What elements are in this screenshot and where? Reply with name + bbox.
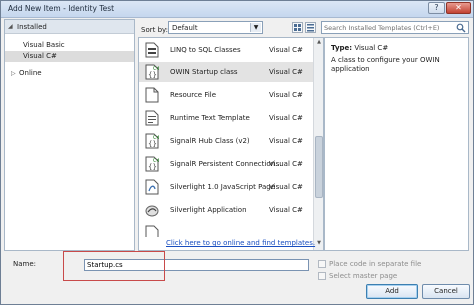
online-node[interactable]: Online [19,69,42,77]
csharp-file-icon: {}C# [145,156,159,172]
csharp-file-icon: {}C# [145,133,159,149]
template-name: Resource File [170,91,217,99]
linq-icon [145,42,159,58]
csharp-file-icon: {}C# [145,64,159,80]
window-title: Add New Item - Identity Test [8,4,115,13]
title-bar: Add New Item - Identity Test ? ✕ [1,1,473,18]
annotation-highlight-box [63,251,165,281]
template-details-panel: Type: Visual C# A class to configure you… [324,37,469,251]
template-row-runtime-text-template[interactable]: Runtime Text Template Visual C# [139,108,313,128]
svg-text:C#: C# [153,158,159,164]
type-line: Type: Visual C# [331,44,388,52]
name-label: Name: [13,260,37,268]
scroll-up-icon[interactable]: ▲ [315,39,323,47]
template-list[interactable]: LINQ to SQL Classes Visual C# {}C# OWIN … [138,37,324,251]
template-language: Visual C# [269,206,303,214]
close-button[interactable]: ✕ [446,2,471,14]
template-language: Visual C# [269,114,303,122]
resource-file-icon [145,87,159,103]
expand-triangle-icon[interactable]: ▷ [11,70,16,77]
silverlight-icon [145,205,159,217]
search-icon[interactable] [456,23,466,33]
svg-text:C#: C# [153,66,159,72]
sort-by-label: Sort by: [141,26,169,34]
template-row-partial[interactable] [139,223,313,237]
template-name: Runtime Text Template [170,114,250,122]
search-input[interactable] [324,23,452,32]
category-panel: ◢ Installed Visual Basic Visual C# ▷ Onl… [4,19,135,251]
help-button[interactable]: ? [428,2,445,14]
template-row-signalr-hub[interactable]: {}C# SignalR Hub Class (v2) Visual C# [139,131,313,151]
template-language: Visual C# [269,91,303,99]
installed-label: Installed [17,23,47,31]
tree-item-visual-basic[interactable]: Visual Basic [23,41,65,49]
template-row-silverlight-js-page[interactable]: Silverlight 1.0 JavaScript Page Visual C… [139,177,313,197]
template-name: Silverlight Application [170,206,247,214]
template-row-linq[interactable]: LINQ to SQL Classes Visual C# [139,40,313,60]
sort-value: Default [172,24,198,32]
template-name: SignalR Persistent Connection... [170,160,282,168]
type-value: Visual C# [354,44,389,52]
chevron-down-icon[interactable]: ▼ [250,23,261,32]
template-name: OWIN Startup class [170,68,238,76]
medium-icons-view-button[interactable] [292,22,303,33]
add-new-item-dialog: Add New Item - Identity Test ? ✕ ◢ Insta… [0,0,474,305]
list-view-button[interactable] [305,22,316,33]
javascript-page-icon [145,179,159,195]
select-master-label: Select master page [329,272,398,280]
template-name: Silverlight 1.0 JavaScript Page [170,183,276,191]
search-templates-box[interactable] [321,21,469,34]
template-row-silverlight-app[interactable]: Silverlight Application Visual C# [139,200,313,220]
template-language: Visual C# [269,183,303,191]
collapse-triangle-icon[interactable]: ◢ [8,23,13,30]
online-templates-link[interactable]: Click here to go online and find templat… [166,239,315,247]
svg-text:{}: {} [148,140,157,148]
template-list-scrollbar[interactable]: ▲ ▼ [313,38,323,250]
cancel-button[interactable]: Cancel [422,284,470,299]
list-view-icon [307,24,314,32]
svg-text:{}: {} [148,71,157,79]
scroll-down-icon[interactable]: ▼ [315,240,323,248]
csharp-file-icon [145,225,159,237]
tree-item-visual-csharp[interactable]: Visual C# [23,52,57,60]
sort-dropdown[interactable]: Default ▼ [168,21,263,34]
template-language: Visual C# [269,46,303,54]
template-row-owin-startup[interactable]: {}C# OWIN Startup class Visual C# [139,62,313,82]
template-language: Visual C# [269,160,303,168]
template-language: Visual C# [269,68,303,76]
template-name: SignalR Hub Class (v2) [170,137,250,145]
scroll-thumb[interactable] [315,136,323,198]
grid-view-icon [294,24,301,31]
add-button[interactable]: Add [366,284,418,299]
type-label: Type: [331,44,353,52]
svg-text:{}: {} [148,163,157,171]
svg-text:C#: C# [153,135,159,141]
template-description: A class to configure your OWIN applicati… [331,56,440,73]
place-code-checkbox[interactable] [318,260,326,268]
template-language: Visual C# [269,137,303,145]
text-template-icon [145,110,159,126]
template-row-signalr-persistent[interactable]: {}C# SignalR Persistent Connection... Vi… [139,154,313,174]
installed-node[interactable]: ◢ Installed [5,20,134,34]
template-name: LINQ to SQL Classes [170,46,241,54]
template-row-resource-file[interactable]: Resource File Visual C# [139,85,313,105]
place-code-label: Place code in separate file [329,260,422,268]
select-master-checkbox[interactable] [318,272,326,280]
